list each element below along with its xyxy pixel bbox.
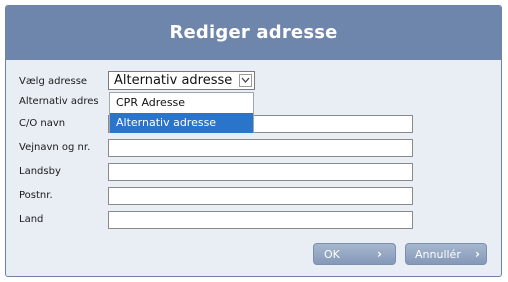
country-input[interactable] [108, 211, 413, 229]
postal-code-label: Postnr. [19, 190, 53, 201]
edit-address-dialog: Rediger adresse Vælg adresse Alternativ … [5, 5, 502, 277]
dropdown-option-alternative[interactable]: Alternativ adresse [110, 113, 253, 133]
village-label: Landsby [19, 166, 61, 177]
cancel-button[interactable]: Annullér › [405, 243, 487, 265]
dialog-titlebar: Rediger adresse [6, 6, 501, 60]
street-label: Vejnavn og nr. [19, 142, 91, 153]
country-label: Land [19, 214, 44, 225]
address-select-value: Alternativ adresse [114, 73, 233, 88]
address-dropdown-list: CPR Adresse Alternativ adresse [109, 92, 254, 133]
address-select-label: Vælg adresse [19, 76, 88, 87]
dialog-title: Rediger adresse [169, 22, 338, 43]
dropdown-option-cpr[interactable]: CPR Adresse [110, 93, 253, 113]
chevron-down-icon[interactable] [239, 74, 252, 87]
street-input[interactable] [108, 139, 413, 157]
address-select[interactable]: Alternativ adresse [108, 71, 255, 90]
ok-button-label: OK [324, 248, 340, 261]
alt-address-label: Alternativ adres [19, 96, 99, 107]
village-input[interactable] [108, 163, 413, 181]
co-name-label: C/O navn [19, 118, 66, 129]
chevron-right-icon: › [377, 247, 382, 261]
chevron-right-icon: › [475, 247, 480, 261]
postal-code-input[interactable] [108, 187, 413, 205]
ok-button[interactable]: OK › [313, 243, 396, 265]
cancel-button-label: Annullér [415, 248, 461, 261]
